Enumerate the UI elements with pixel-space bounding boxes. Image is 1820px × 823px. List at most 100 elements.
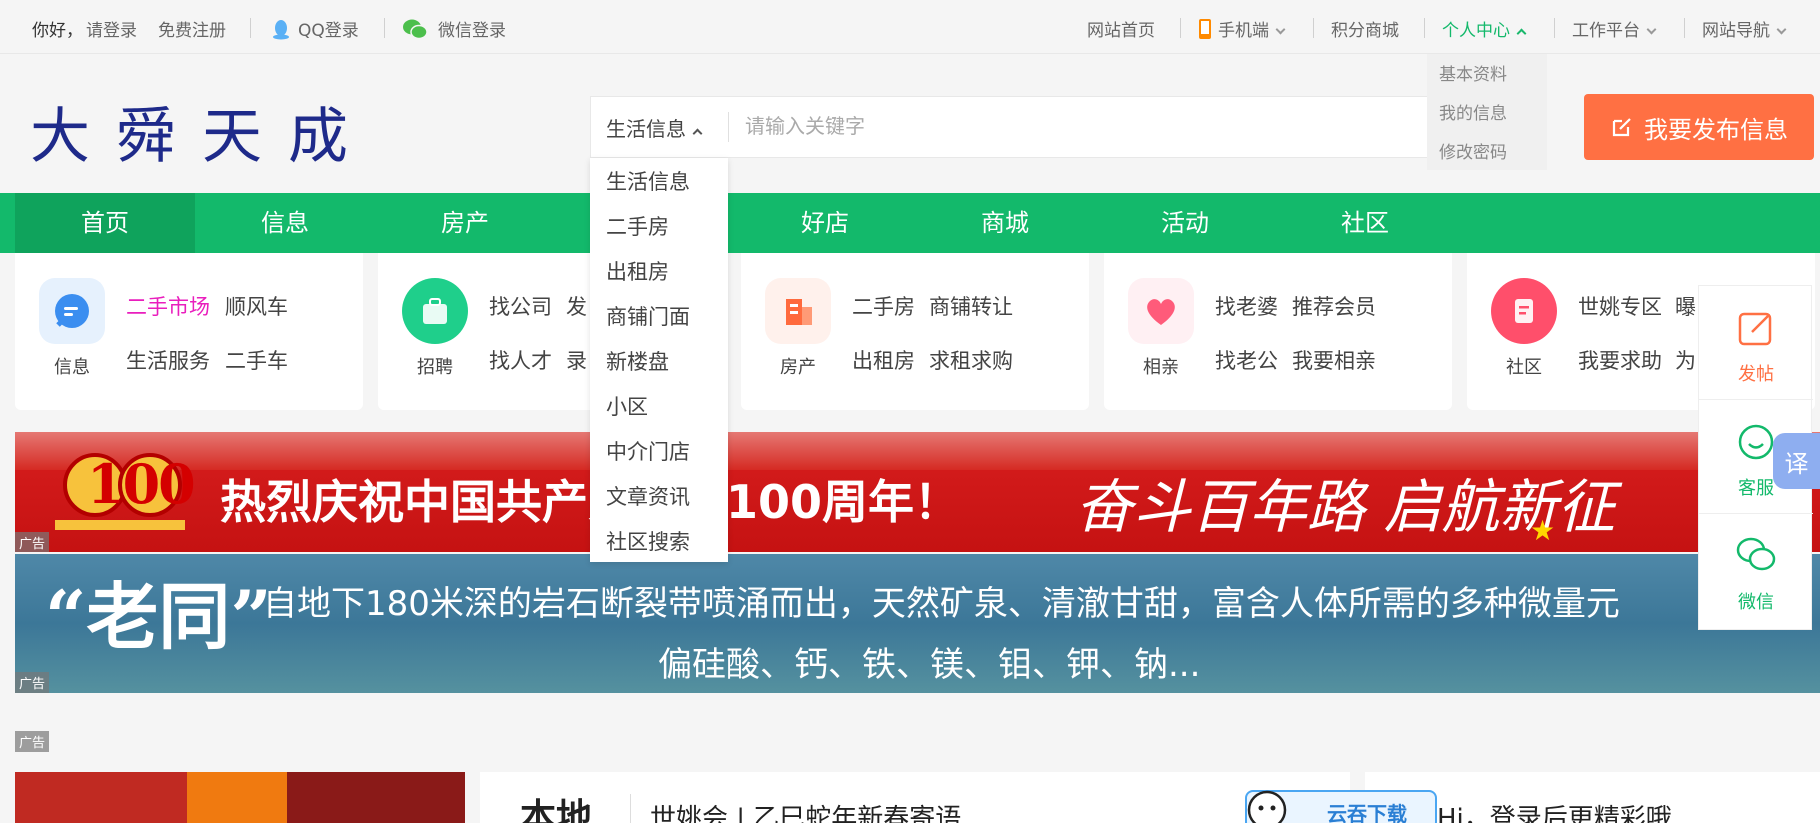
nav-info[interactable]: 信息 — [195, 193, 375, 253]
points-mall-link[interactable]: 积分商城 — [1331, 16, 1399, 41]
card-link[interactable]: 出租房 — [852, 345, 915, 375]
menu-item[interactable]: 文章资讯 — [606, 481, 690, 511]
menu-item[interactable]: 生活信息 — [606, 166, 690, 196]
workspace-menu[interactable]: 工作平台 — [1572, 16, 1657, 41]
ad-label: 广告 — [15, 532, 50, 552]
card-link[interactable]: 二手市场 — [126, 291, 210, 321]
briefcase-icon[interactable] — [402, 278, 468, 344]
mobile-menu[interactable]: 手机端 — [1198, 16, 1286, 41]
nav-home[interactable]: 首页 — [15, 193, 195, 253]
menu-item-profile[interactable]: 基本资料 — [1439, 60, 1507, 85]
card-link[interactable]: 求租求购 — [929, 345, 1013, 375]
menu-item[interactable]: 出租房 — [606, 256, 669, 286]
wechat-button[interactable]: 微信 — [1699, 514, 1813, 628]
heart-icon[interactable] — [1128, 278, 1194, 344]
nav-property[interactable]: 房产 — [375, 193, 555, 253]
card-link[interactable]: 二手车 — [225, 345, 288, 375]
category-card-info: 信息 二手市场 顺风车 生活服务 二手车 — [15, 253, 363, 410]
wechat-login-label: 微信登录 — [438, 21, 506, 41]
qq-login-label: QQ登录 — [298, 21, 359, 41]
building-icon[interactable] — [765, 278, 831, 344]
nav-community[interactable]: 社区 — [1275, 193, 1455, 253]
card-link[interactable]: 找老公 — [1215, 345, 1278, 375]
banner-description-line1: 自地下180米深的岩石断裂带喷涌而出，天然矿泉、清澈甘甜，富含人体所需的多种微量… — [263, 584, 1620, 624]
category-card-dating: 相亲 找老婆 推荐会员 找老公 我要相亲 — [1104, 253, 1452, 410]
greeting-text: 你好， — [32, 21, 83, 41]
register-link[interactable]: 免费注册 — [158, 16, 226, 41]
publish-info-button[interactable]: 我要发布信息 — [1584, 94, 1814, 160]
card-link[interactable]: 商铺转让 — [929, 291, 1013, 321]
document-icon[interactable] — [1491, 278, 1557, 344]
site-nav-label: 网站导航 — [1702, 21, 1770, 41]
app-download-button[interactable]: 云吞下载 — [1245, 790, 1437, 823]
nav-mall[interactable]: 商城 — [915, 193, 1095, 253]
login-prompt-text[interactable]: Hi，登录后更精彩哦 — [1437, 798, 1672, 823]
chevron-down-icon — [1646, 24, 1657, 35]
star-icon: ★ — [1530, 514, 1556, 547]
menu-item-change-password[interactable]: 修改密码 — [1439, 138, 1507, 163]
divider — [1684, 18, 1685, 38]
personal-center-menu[interactable]: 个人中心 — [1442, 16, 1527, 41]
nav-shops[interactable]: 好店 — [735, 193, 915, 253]
mobile-label: 手机端 — [1218, 21, 1269, 41]
translate-button[interactable]: 译 — [1773, 433, 1820, 489]
menu-item[interactable]: 商铺门面 — [606, 301, 690, 331]
menu-item[interactable]: 新楼盘 — [606, 346, 669, 376]
menu-item-my-info[interactable]: 我的信息 — [1439, 99, 1507, 124]
local-news-title: 本地 — [520, 797, 593, 823]
search-category-select[interactable]: 生活信息 — [606, 113, 703, 142]
publish-info-label: 我要发布信息 — [1644, 115, 1788, 144]
card-link[interactable]: 二手房 — [852, 291, 915, 321]
menu-item[interactable]: 中介门店 — [606, 436, 690, 466]
divider — [250, 18, 251, 38]
chevron-up-icon — [1516, 28, 1527, 39]
personal-center-label: 个人中心 — [1442, 21, 1510, 41]
mascot-icon — [1247, 790, 1287, 823]
menu-item[interactable]: 社区搜索 — [606, 526, 690, 556]
card-link[interactable]: 推荐会员 — [1292, 291, 1376, 321]
chat-icon[interactable] — [39, 278, 105, 344]
chevron-down-icon — [1776, 24, 1787, 35]
nav-events[interactable]: 活动 — [1095, 193, 1275, 253]
card-link[interactable]: 发 — [566, 291, 587, 321]
card-link[interactable]: 找老婆 — [1215, 291, 1278, 321]
card-link[interactable]: 我要求助 — [1578, 345, 1662, 375]
card-link[interactable]: 顺风车 — [225, 291, 288, 321]
card-link[interactable]: 曝 — [1675, 291, 1696, 321]
qq-login-link[interactable]: QQ登录 — [270, 16, 359, 41]
menu-item[interactable]: 小区 — [606, 391, 648, 421]
news-photo[interactable] — [15, 772, 465, 823]
site-logo[interactable]: 大舜天成 — [30, 88, 374, 175]
card-link[interactable]: 找公司 — [489, 291, 552, 321]
local-news-panel: 本地 世姚会 | 乙巳蛇年新春寄语 — [480, 772, 1350, 823]
category-label: 社区 — [1506, 357, 1542, 378]
wechat-login-link[interactable]: 微信登录 — [402, 16, 506, 41]
card-link[interactable]: 生活服务 — [126, 345, 210, 375]
card-link[interactable]: 为 — [1675, 345, 1696, 375]
anniversary-number: 100 — [87, 452, 196, 516]
search-category-label: 生活信息 — [606, 117, 686, 141]
top-bar: 你好， 请登录 免费注册 QQ登录 微信登录 网站首页 手机端 积分商城 个人中… — [0, 0, 1820, 54]
site-home-link[interactable]: 网站首页 — [1087, 16, 1155, 41]
card-link[interactable]: 我要相亲 — [1292, 345, 1376, 375]
edit-icon — [1738, 312, 1772, 346]
card-link[interactable]: 世姚专区 — [1578, 291, 1662, 321]
ad-label: 广告 — [15, 672, 50, 693]
banner-brand-title: “老同” — [45, 574, 272, 659]
card-link[interactable]: 录 — [566, 345, 587, 375]
menu-item[interactable]: 二手房 — [606, 211, 669, 241]
search-input[interactable] — [745, 108, 1405, 144]
photo-block — [187, 772, 287, 823]
party-anniversary-banner[interactable]: 100 热烈庆祝中国共产党成立100周年！ 奋斗百年路 启航新征 ★ 广告 — [15, 432, 1820, 552]
photo-block — [287, 772, 465, 823]
mineral-water-banner[interactable]: “老同” 自地下180米深的岩石断裂带喷涌而出，天然矿泉、清澈甘甜，富含人体所需… — [15, 554, 1820, 693]
search-category-menu: 生活信息 二手房 出租房 商铺门面 新楼盘 小区 中介门店 文章资讯 社区搜索 — [590, 158, 728, 562]
divider — [1554, 18, 1555, 38]
news-headline[interactable]: 世姚会 | 乙巳蛇年新春寄语 — [650, 798, 961, 823]
login-link[interactable]: 请登录 — [86, 16, 137, 41]
anniversary-emblem: 100 — [45, 440, 196, 540]
post-button[interactable]: 发帖 — [1699, 286, 1813, 400]
site-nav-menu[interactable]: 网站导航 — [1702, 16, 1787, 41]
app-download-label: 云吞下载 — [1327, 802, 1407, 823]
card-link[interactable]: 找人才 — [489, 345, 552, 375]
